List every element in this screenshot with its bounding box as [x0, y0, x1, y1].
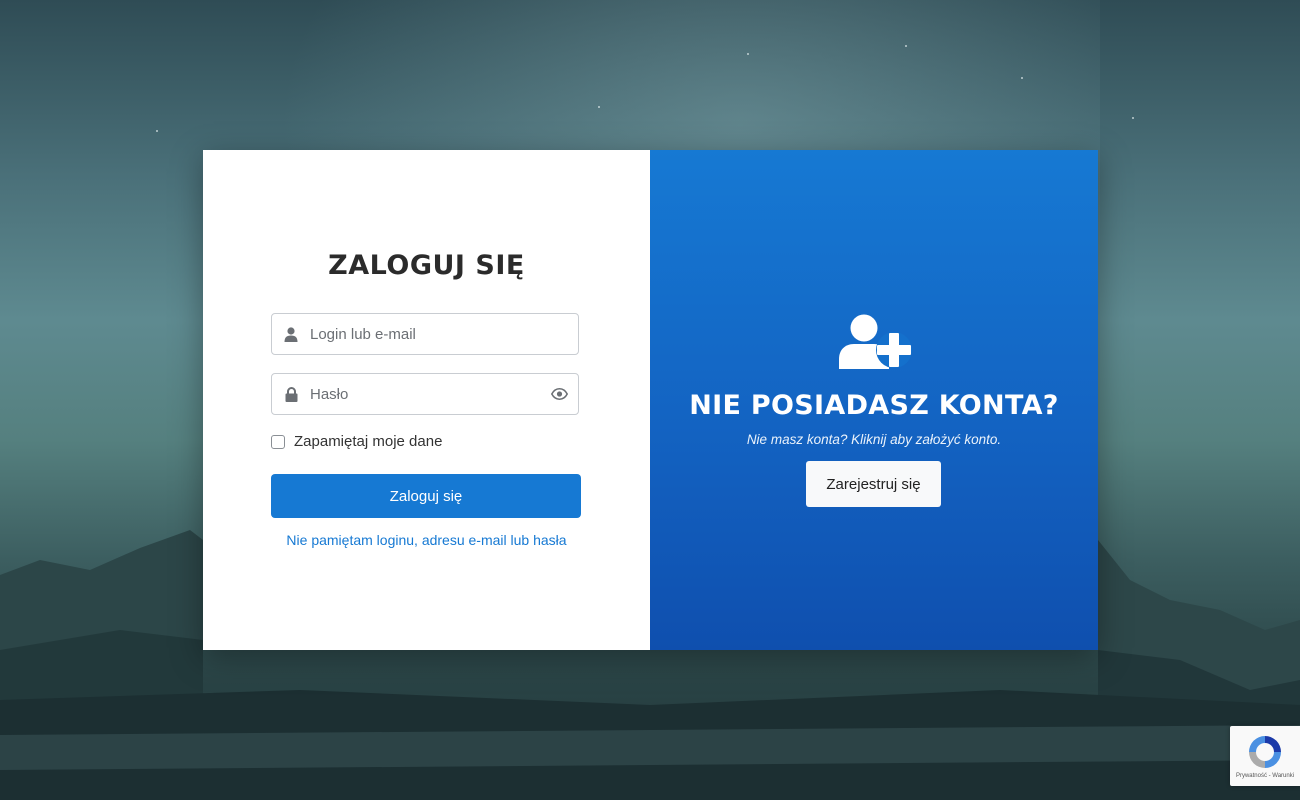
- login-card: ZALOGUJ SIĘ Zapamiętaj moje dane Zaloguj…: [203, 150, 1098, 650]
- lock-icon: [272, 386, 310, 402]
- remember-me[interactable]: Zapamiętaj moje dane: [271, 433, 442, 450]
- login-panel: ZALOGUJ SIĘ Zapamiętaj moje dane Zaloguj…: [203, 150, 650, 650]
- recaptcha-badge[interactable]: Prywatność - Warunki: [1230, 726, 1300, 786]
- signup-subtitle: Nie masz konta? Kliknij aby założyć kont…: [746, 432, 1002, 447]
- forgot-credentials-link[interactable]: Nie pamiętam loginu, adresu e-mail lub h…: [203, 532, 650, 548]
- register-button[interactable]: Zarejestruj się: [806, 461, 941, 507]
- signup-panel: NIE POSIADASZ KONTA? Nie masz konta? Kli…: [650, 150, 1098, 650]
- login-field[interactable]: [271, 313, 579, 355]
- login-input[interactable]: [310, 315, 578, 353]
- login-title: ZALOGUJ SIĘ: [328, 250, 525, 281]
- password-input[interactable]: [310, 375, 540, 413]
- recaptcha-terms[interactable]: Prywatność - Warunki: [1230, 773, 1300, 779]
- signup-title: NIE POSIADASZ KONTA?: [689, 390, 1059, 421]
- user-plus-icon: [839, 313, 915, 376]
- remember-checkbox[interactable]: [271, 434, 285, 449]
- login-button[interactable]: Zaloguj się: [271, 474, 581, 518]
- user-icon: [272, 326, 310, 342]
- password-field[interactable]: [271, 373, 579, 415]
- recaptcha-logo: [1245, 732, 1285, 777]
- remember-label: Zapamiętaj moje dane: [294, 433, 443, 450]
- eye-icon[interactable]: [540, 388, 578, 400]
